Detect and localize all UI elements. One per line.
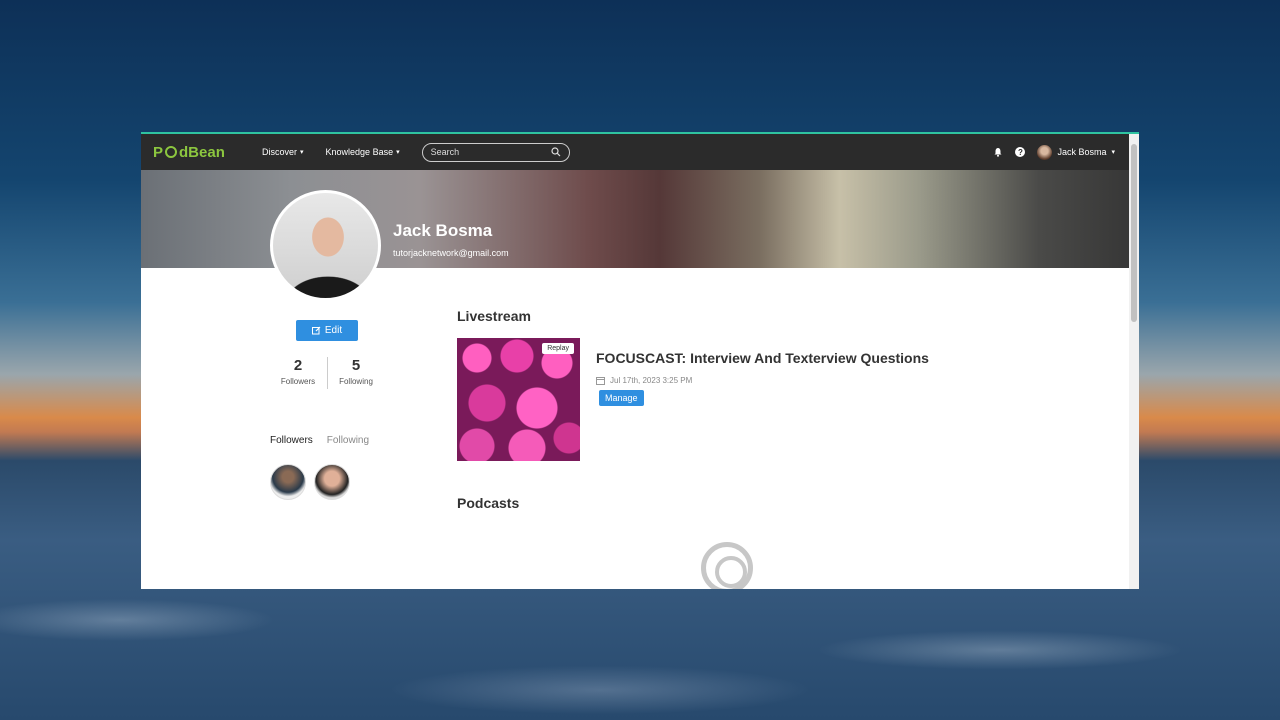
nav-knowledge-base[interactable]: Knowledge Base ▾ [326, 147, 400, 157]
livestream-thumbnail[interactable]: Replay [457, 338, 580, 461]
follower-avatar[interactable] [314, 464, 350, 500]
follow-stats: 2 Followers 5 Following [270, 357, 384, 389]
logo-text-post: dBean [179, 143, 225, 161]
profile-avatar [270, 190, 381, 301]
bell-icon[interactable] [993, 147, 1003, 157]
user-menu[interactable]: Jack Bosma ▾ [1037, 144, 1115, 160]
help-icon[interactable]: ? [1015, 147, 1026, 157]
browser-window: PdBean Discover ▾ Knowledge Base ▾ Search … [141, 132, 1139, 589]
profile-sidebar: Edit 2 Followers 5 Following Followers F… [270, 320, 384, 500]
scrollbar[interactable] [1129, 134, 1139, 589]
livestream-card: Replay FOCUSCAST: Interview And Textervi… [457, 338, 1117, 461]
scrollbar-thumb[interactable] [1131, 144, 1137, 322]
following-count: 5 [351, 357, 361, 374]
logo-text-pre: P [153, 143, 164, 161]
podcasts-heading: Podcasts [457, 495, 520, 511]
chevron-down-icon: ▾ [396, 149, 400, 156]
chevron-down-icon: ▾ [1111, 149, 1115, 156]
livestream-date: Jul 17th, 2023 3:25 PM [610, 376, 693, 385]
nav-discover-label: Discover [262, 147, 298, 157]
top-navbar: PdBean Discover ▾ Knowledge Base ▾ Search … [141, 134, 1139, 170]
following-stat[interactable]: 5 Following [328, 357, 384, 389]
edit-button[interactable]: Edit [295, 320, 359, 341]
edit-label: Edit [324, 325, 343, 336]
profile-email: tutorjacknetwork@gmail.com [393, 248, 509, 258]
main-content: Livestream Replay FOCUSCAST: Interview A… [457, 308, 1117, 511]
user-name: Jack Bosma [1057, 147, 1107, 157]
chevron-down-icon: ▾ [300, 149, 304, 156]
nav-knowledge-base-label: Knowledge Base [325, 147, 394, 157]
podbean-logo[interactable]: PdBean [153, 144, 250, 161]
topbar-right: ? Jack Bosma ▾ [993, 144, 1115, 160]
podcast-icon [701, 542, 753, 589]
nav-discover[interactable]: Discover ▾ [262, 147, 304, 157]
livestream-date-row: Jul 17th, 2023 3:25 PM [596, 376, 929, 385]
search-icon[interactable] [551, 147, 561, 157]
profile-name: Jack Bosma [393, 221, 493, 240]
replay-badge: Replay [542, 343, 574, 354]
followers-stat[interactable]: 2 Followers [270, 357, 326, 389]
follower-avatar[interactable] [270, 464, 306, 500]
manage-button[interactable]: Manage [599, 390, 644, 406]
follow-tabs: Followers Following [270, 435, 384, 446]
search-placeholder: Search [430, 147, 460, 157]
calendar-icon [596, 377, 605, 385]
tab-following[interactable]: Following [327, 435, 369, 446]
following-label: Following [339, 377, 373, 386]
followers-count: 2 [293, 357, 303, 374]
search-input[interactable]: Search [421, 142, 570, 162]
logo-o-icon [165, 146, 178, 158]
livestream-info: FOCUSCAST: Interview And Texterview Ques… [596, 350, 929, 461]
tab-followers[interactable]: Followers [270, 435, 313, 446]
livestream-title[interactable]: FOCUSCAST: Interview And Texterview Ques… [596, 350, 929, 366]
edit-icon [311, 326, 321, 335]
followers-label: Followers [280, 377, 316, 386]
livestream-heading: Livestream [457, 308, 531, 324]
avatar [1037, 144, 1053, 160]
follower-list [270, 464, 384, 500]
